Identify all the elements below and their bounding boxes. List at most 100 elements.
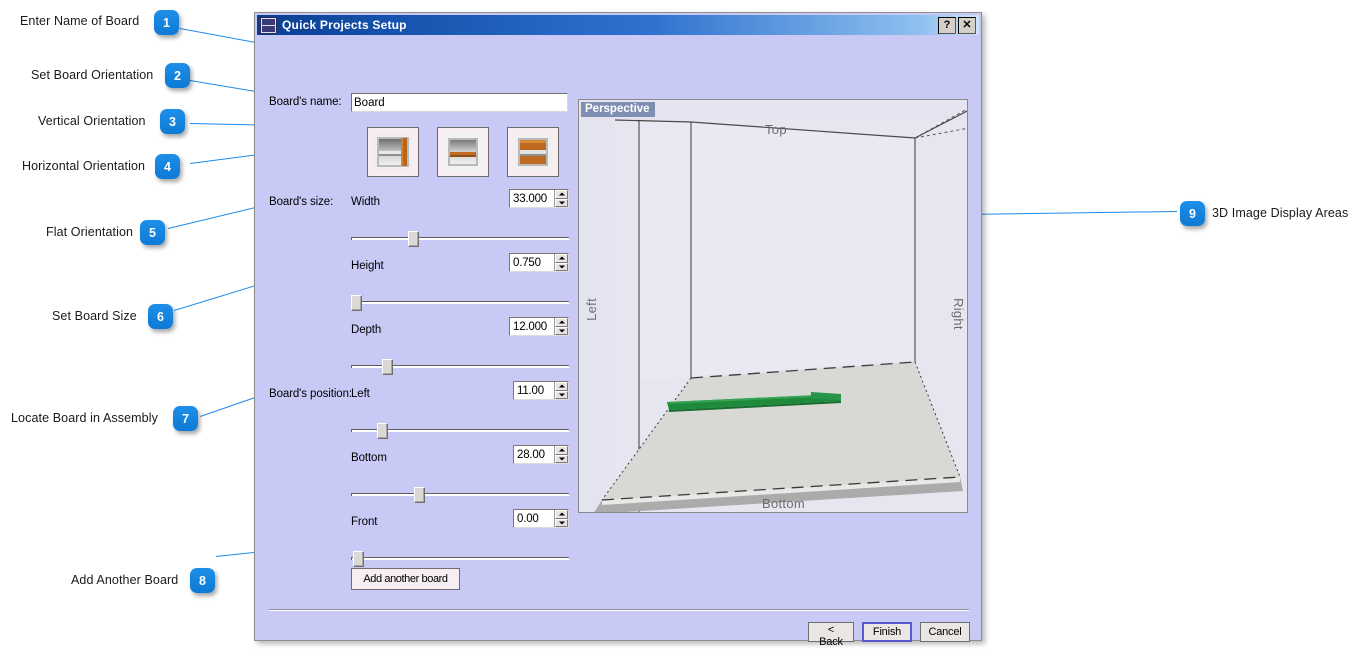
front-input[interactable]	[514, 510, 554, 527]
height-input[interactable]	[510, 254, 554, 271]
width-spin-up-icon[interactable]	[555, 190, 568, 199]
height-spin-up-icon[interactable]	[555, 254, 568, 263]
bottom-slider[interactable]	[351, 487, 569, 503]
width-input[interactable]	[510, 190, 554, 207]
callout-label-3: Vertical Orientation	[38, 114, 146, 128]
left-spin-up-icon[interactable]	[555, 382, 568, 391]
front-slider[interactable]	[351, 551, 569, 567]
width-stepper[interactable]	[509, 189, 569, 208]
app-icon	[260, 16, 277, 34]
board-size-label: Board's size:	[269, 196, 334, 208]
callout-badge-6[interactable]: 6	[148, 304, 173, 329]
width-slider[interactable]	[351, 231, 569, 247]
height-spin-buttons	[554, 254, 568, 271]
width-spin-down-icon[interactable]	[555, 198, 568, 207]
dialog-title: Quick Projects Setup	[282, 18, 407, 32]
viewport-label-left: Left	[584, 298, 599, 321]
viewport-label-bottom: Bottom	[762, 496, 805, 511]
bottom-input[interactable]	[514, 446, 554, 463]
left-slider-handle[interactable]	[377, 423, 389, 439]
callout-label-8: Add Another Board	[71, 573, 179, 587]
close-icon[interactable]: ✕	[958, 16, 976, 34]
left-label: Left	[351, 388, 370, 400]
orientation-horizontal-icon	[443, 133, 483, 171]
height-slider-handle[interactable]	[351, 295, 362, 311]
width-slider-handle[interactable]	[407, 231, 419, 247]
bottom-spin-up-icon[interactable]	[555, 446, 568, 455]
orientation-vertical-icon	[373, 133, 413, 171]
3d-viewport[interactable]: Perspective Top Bottom Left Right	[578, 99, 968, 513]
height-stepper[interactable]	[509, 253, 569, 272]
callout-label-2: Set Board Orientation	[31, 68, 154, 82]
depth-spin-up-icon[interactable]	[555, 318, 568, 327]
front-label: Front	[351, 516, 378, 528]
board-name-input[interactable]	[351, 93, 568, 112]
bottom-stepper[interactable]	[513, 445, 569, 464]
footer-divider	[269, 609, 969, 611]
callout-badge-3[interactable]: 3	[160, 109, 185, 134]
left-input[interactable]	[514, 382, 554, 399]
bottom-slider-track	[351, 493, 569, 496]
bottom-spin-down-icon[interactable]	[555, 454, 568, 463]
left-spin-down-icon[interactable]	[555, 390, 568, 399]
left-stepper[interactable]	[513, 381, 569, 400]
viewport-label-right: Right	[951, 298, 966, 330]
callout-badge-7[interactable]: 7	[173, 406, 198, 431]
front-spin-buttons	[554, 510, 568, 527]
height-slider-track	[351, 301, 569, 304]
perspective-mode-tag[interactable]: Perspective	[581, 102, 655, 117]
callout-badge-1[interactable]: 1	[154, 10, 179, 35]
front-stepper[interactable]	[513, 509, 569, 528]
orientation-flat-icon	[513, 133, 553, 171]
callout-label-7: Locate Board in Assembly	[11, 411, 158, 425]
dialog-titlebar[interactable]: Quick Projects Setup ? ✕	[257, 15, 979, 35]
cancel-button[interactable]: Cancel	[920, 622, 970, 642]
left-spin-buttons	[554, 382, 568, 399]
height-spin-down-icon[interactable]	[555, 262, 568, 271]
callout-badge-9[interactable]: 9	[1180, 201, 1205, 226]
height-label: Height	[351, 260, 384, 272]
width-slider-track	[351, 237, 569, 240]
quick-projects-setup-dialog: Quick Projects Setup ? ✕ Board's name: B…	[254, 12, 982, 648]
orientation-horizontal-button[interactable]	[437, 127, 489, 177]
depth-spin-buttons	[554, 318, 568, 335]
finish-button[interactable]: Finish	[862, 622, 912, 642]
callout-badge-8[interactable]: 8	[190, 568, 215, 593]
height-slider[interactable]	[351, 295, 569, 311]
titlebar-buttons: ? ✕	[938, 16, 979, 34]
callout-badge-4[interactable]: 4	[155, 154, 180, 179]
front-slider-handle[interactable]	[353, 551, 365, 567]
left-slider[interactable]	[351, 423, 569, 439]
front-slider-track	[351, 557, 569, 560]
width-label: Width	[351, 196, 380, 208]
depth-slider-handle[interactable]	[381, 359, 393, 375]
bottom-spin-buttons	[554, 446, 568, 463]
depth-slider[interactable]	[351, 359, 569, 375]
callout-label-9: 3D Image Display Areas	[1212, 206, 1349, 220]
depth-input[interactable]	[510, 318, 554, 335]
front-spin-up-icon[interactable]	[555, 510, 568, 519]
front-spin-down-icon[interactable]	[555, 518, 568, 527]
callout-label-1: Enter Name of Board	[20, 14, 140, 28]
bottom-label: Bottom	[351, 452, 387, 464]
3d-scene	[579, 100, 967, 512]
help-icon[interactable]: ?	[938, 16, 956, 34]
depth-label: Depth	[351, 324, 382, 336]
bottom-slider-handle[interactable]	[414, 487, 426, 503]
callout-label-6: Set Board Size	[52, 309, 137, 323]
viewport-label-top: Top	[765, 122, 787, 137]
orientation-flat-button[interactable]	[507, 127, 559, 177]
width-spin-buttons	[554, 190, 568, 207]
orientation-vertical-button[interactable]	[367, 127, 419, 177]
callout-label-5: Flat Orientation	[46, 225, 134, 239]
board-position-label: Board's position:	[269, 388, 352, 400]
board-name-label: Board's name:	[269, 96, 342, 108]
add-another-board-button[interactable]: Add another board	[351, 568, 460, 590]
dialog-body: Board's name: Board Board's size: Width …	[257, 36, 979, 648]
callout-label-4: Horizontal Orientation	[22, 159, 146, 173]
callout-badge-5[interactable]: 5	[140, 220, 165, 245]
depth-stepper[interactable]	[509, 317, 569, 336]
back-button[interactable]: < Back	[808, 622, 854, 648]
depth-spin-down-icon[interactable]	[555, 326, 568, 335]
callout-badge-2[interactable]: 2	[165, 63, 190, 88]
